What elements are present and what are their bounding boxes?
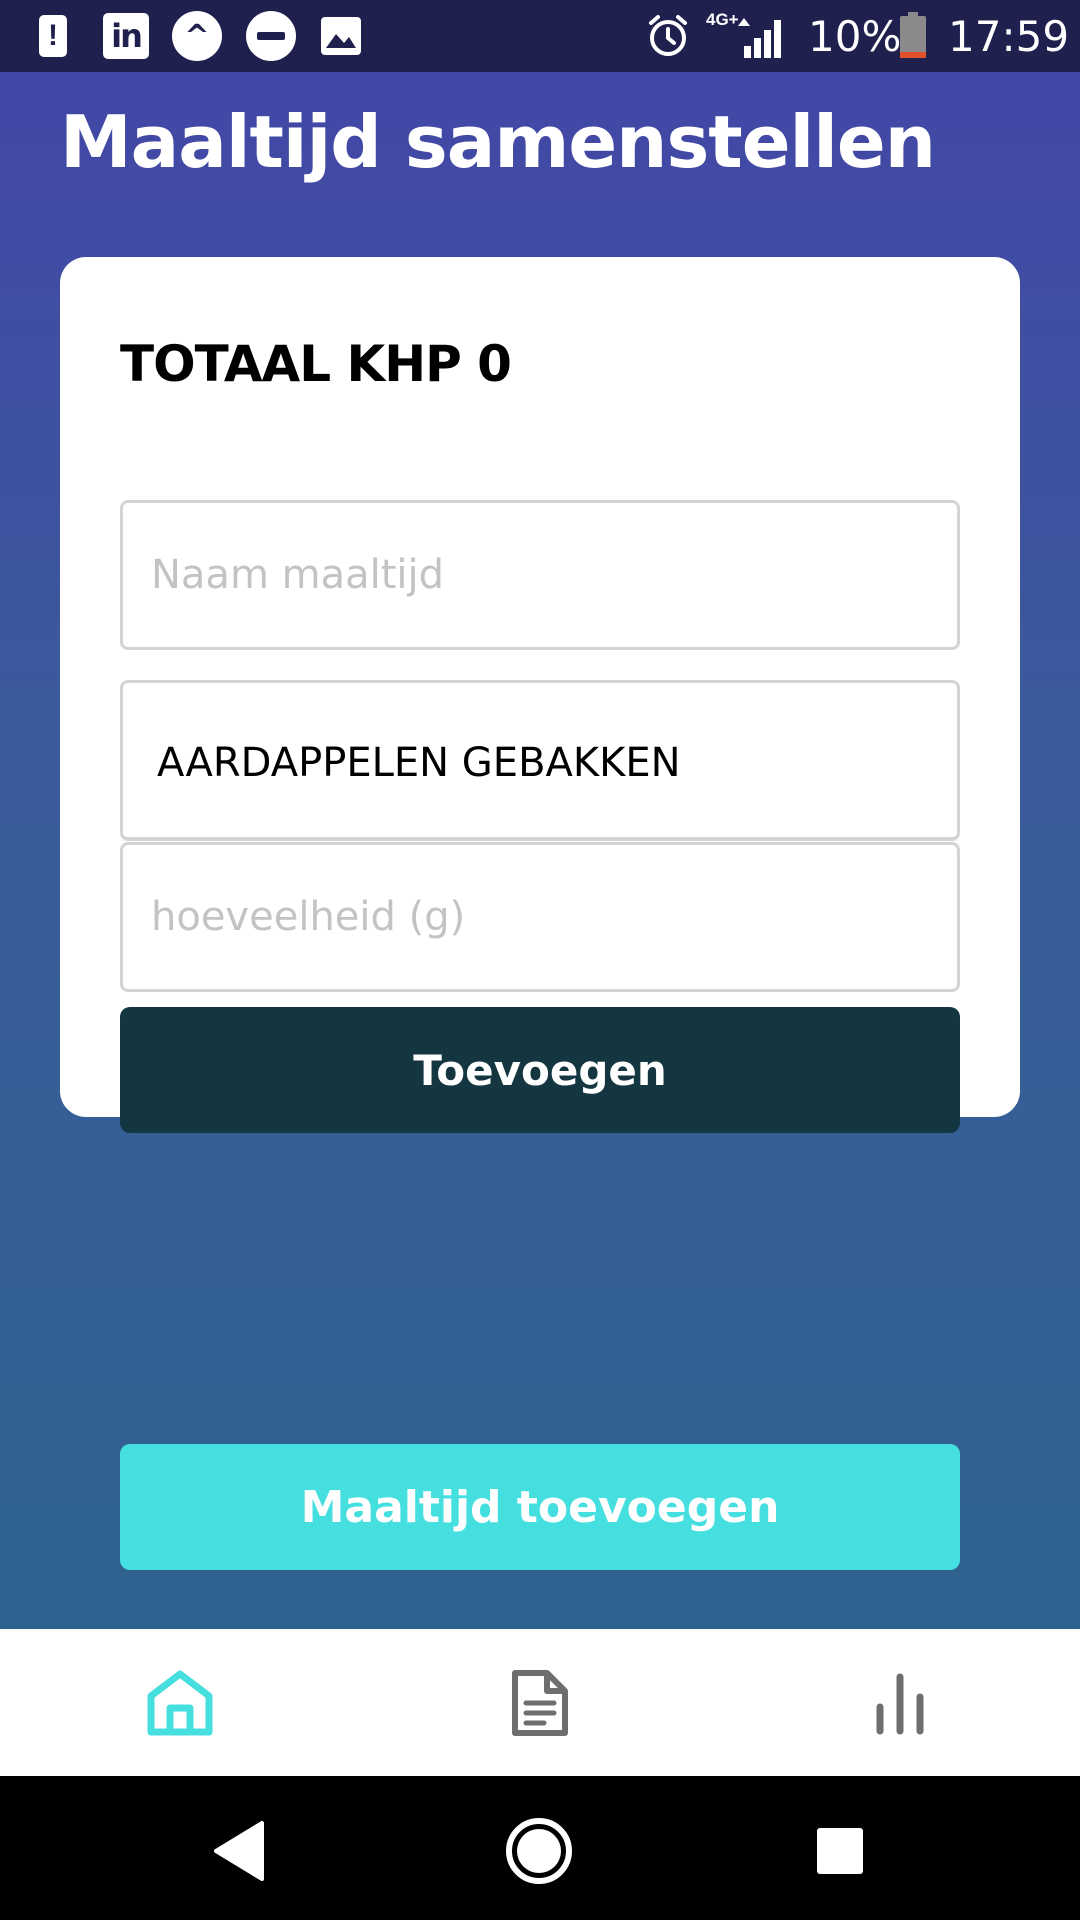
meal-card: TOTAAL KHP 0 AARDAPPELEN GEBAKKEN Toevoe… [60,257,1020,1133]
add-meal-button[interactable]: Maaltijd toevoegen [120,1444,960,1570]
amount-field[interactable] [120,842,960,992]
battery-percent: 10% [808,12,902,61]
recents-button[interactable] [800,1811,880,1891]
alarm-icon [645,14,691,58]
system-navigation-bar [0,1776,1080,1920]
bottom-tab-bar [0,1629,1080,1776]
linkedin-icon: in [103,13,149,59]
tab-documents[interactable] [500,1663,580,1743]
signal-icon [736,16,784,60]
add-button[interactable]: Toevoegen [120,1007,960,1133]
meal-name-input[interactable] [123,503,957,647]
meal-name-field[interactable] [120,500,960,650]
image-icon [320,14,362,58]
clock: 17:59 [948,12,1070,61]
product-select[interactable]: AARDAPPELEN GEBAKKEN [120,680,960,841]
network-type: 4G+ [706,10,739,29]
home-circle-icon [506,1818,572,1884]
battery-icon [900,12,926,58]
app-screen: Maaltijd samenstellen TOTAAL KHP 0 AARDA… [0,72,1080,1629]
home-nav-button[interactable] [499,1811,579,1891]
caret-icon: ^ [172,11,222,61]
page-title: Maaltijd samenstellen [60,100,936,184]
total-khp: TOTAAL KHP 0 [120,335,512,393]
recents-icon [817,1828,863,1874]
do-not-disturb-icon [246,11,296,61]
back-icon [214,1821,264,1881]
bar-chart-icon [876,1673,924,1735]
tab-statistics[interactable] [860,1663,940,1743]
product-value: AARDAPPELEN GEBAKKEN [157,740,681,786]
alert-icon: ! [38,14,68,58]
tab-home[interactable] [140,1663,220,1743]
amount-input[interactable] [123,845,957,989]
document-icon [512,1670,568,1736]
home-icon [147,1670,213,1736]
status-bar: ! in ^ 4G+ 10% 17:59 [0,0,1080,72]
back-button[interactable] [200,1811,280,1891]
